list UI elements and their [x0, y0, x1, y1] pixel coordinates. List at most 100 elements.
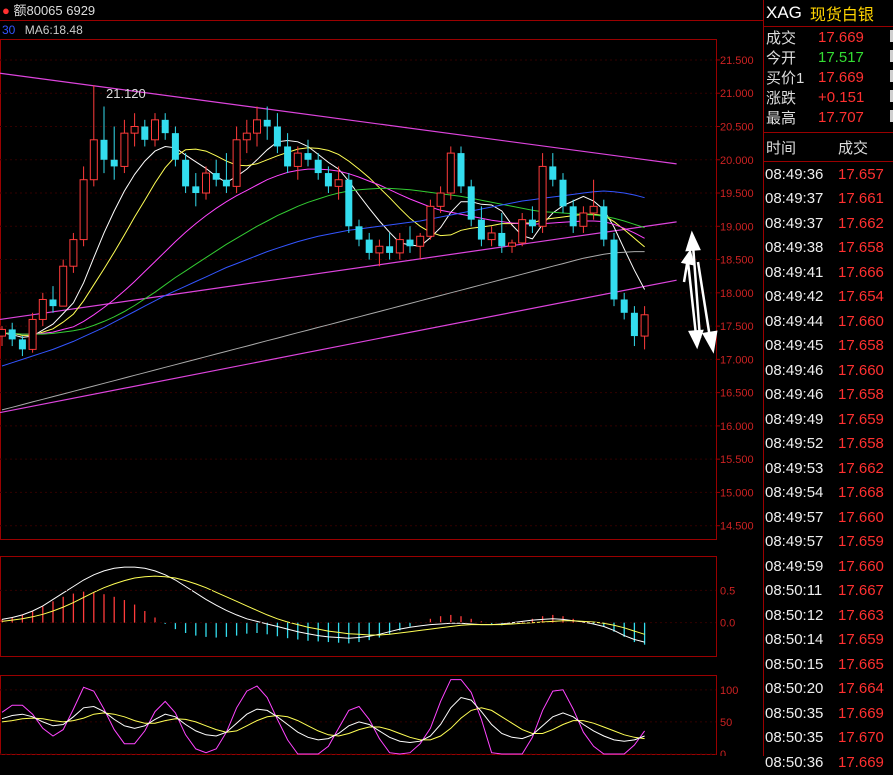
candle-body-down	[528, 219, 536, 227]
quote-value: 17.707	[818, 108, 864, 126]
ma6-legend: MA6:18.48	[25, 23, 83, 37]
price-tick-label: 17.500	[720, 321, 754, 333]
candle-body-up	[375, 245, 384, 254]
ticks-list[interactable]: 08:49:36 17.657 08:49:37 17.661 08:49:37 17.6…	[764, 162, 893, 775]
tick-time: 08:49:53	[765, 459, 824, 477]
tick-row: 08:49:46 17.658	[764, 383, 893, 408]
candle-body-up	[89, 139, 98, 181]
ma-line-ma6	[1, 139, 646, 338]
tick-time: 08:49:37	[765, 190, 824, 208]
candle-body-up	[232, 139, 241, 187]
moving-average-lines	[1, 139, 646, 411]
tick-row: 08:49:57 17.659	[764, 530, 893, 555]
quote-row: 今开 17.517	[764, 47, 893, 67]
candlesticks[interactable]	[0, 85, 649, 357]
candle-body-down	[110, 159, 118, 167]
candle-body-up	[416, 235, 425, 247]
candle-body-up	[120, 132, 129, 167]
tick-price: 17.660	[838, 508, 884, 526]
tick-row: 08:49:53 17.662	[764, 456, 893, 481]
tick-row: 08:50:35 17.669	[764, 701, 893, 726]
macd-indicator	[0, 566, 716, 645]
tick-price: 17.659	[838, 533, 884, 551]
candle-body-down	[222, 179, 230, 187]
candle-body-down	[365, 239, 373, 253]
quote-overflow-marker	[889, 27, 893, 47]
candle-body-up	[151, 119, 159, 141]
tick-row: 08:50:14 17.659	[764, 628, 893, 653]
candle-body-up	[589, 205, 598, 214]
candle-body-down	[141, 126, 149, 140]
tick-price: 17.658	[838, 435, 884, 453]
quote-label: 最高	[766, 109, 797, 127]
trendlines	[0, 72, 677, 414]
candle-body-down	[610, 239, 618, 300]
candle-body-down	[630, 312, 638, 337]
kline-chart[interactable]: 21.500 21.000 20.500 20.000 19.500 19.000 18.5…	[0, 0, 763, 756]
candle-body-up	[538, 165, 547, 227]
tick-price: 17.663	[838, 606, 884, 624]
quote-overflow-marker	[889, 87, 893, 107]
kdj-j-line	[1, 679, 646, 755]
tick-price: 17.658	[838, 239, 884, 257]
tick-price: 17.662	[838, 214, 884, 232]
tick-time: 08:49:49	[765, 410, 824, 428]
tick-time: 08:50:36	[765, 753, 824, 771]
tick-row: 08:49:49 17.659	[764, 407, 893, 432]
ticks-header-price: 成交	[838, 139, 869, 157]
macd-dif-line	[1, 566, 645, 643]
candle-body-down	[171, 133, 179, 160]
tick-price: 17.658	[838, 337, 884, 355]
tick-row: 08:50:20 17.664	[764, 677, 893, 702]
candle-body-up	[242, 132, 251, 141]
quote-sidebar: XAG 现货白银 成交 17.669 今开 17.517 买价1 17.669 涨跌 +0.1…	[763, 0, 893, 771]
tick-price: 17.660	[838, 361, 884, 379]
tick-price: 17.662	[838, 459, 884, 477]
tick-price: 17.669	[838, 704, 884, 722]
tick-time: 08:49:59	[765, 557, 824, 575]
candle-body-down	[406, 239, 414, 247]
candle-body-up	[253, 119, 261, 134]
candle-body-up	[436, 192, 445, 207]
candle-body-down	[324, 173, 332, 187]
candle-body-down	[386, 246, 394, 253]
price-tick-label: 16.000	[720, 421, 754, 433]
tick-time: 08:49:57	[765, 533, 824, 551]
tick-price: 17.666	[838, 263, 884, 281]
quote-value: 17.669	[818, 28, 864, 46]
tick-price: 17.664	[838, 680, 884, 698]
candle-body-down	[457, 153, 465, 187]
candle-body-down	[182, 159, 190, 187]
tick-row: 08:49:37 17.662	[764, 211, 893, 236]
tick-price: 17.660	[838, 312, 884, 330]
candle-body-up	[0, 328, 6, 337]
candle-body-up	[79, 179, 88, 241]
candle-body-up	[69, 239, 78, 267]
quote-label: 买价1	[766, 69, 805, 87]
ticks-header: 时间 成交	[764, 132, 893, 162]
price-tick-label: 16.500	[720, 388, 754, 400]
price-panel-frame	[0, 39, 717, 540]
candle-body-up	[130, 125, 139, 134]
tick-row: 08:50:12 17.663	[764, 603, 893, 628]
candle-body-down	[620, 299, 628, 313]
symbol-header[interactable]: XAG 现货白银	[764, 0, 893, 27]
tick-price: 17.667	[838, 582, 884, 600]
candle-body-up	[518, 219, 527, 244]
tick-time: 08:49:46	[765, 386, 824, 404]
candle-body-up	[28, 318, 37, 350]
price-tick-label: 20.000	[720, 155, 754, 167]
ma-line-ma20	[1, 168, 645, 335]
price-tick-label: 15.000	[720, 487, 754, 499]
candle-body-down	[477, 219, 485, 240]
tick-time: 08:49:37	[765, 214, 824, 232]
price-tick-label: 20.500	[720, 121, 754, 133]
tick-price: 17.670	[838, 729, 884, 747]
tick-price: 17.657	[838, 165, 884, 183]
drawn-arrows	[680, 230, 718, 354]
symbol-code: XAG	[766, 3, 802, 22]
candle-body-down	[8, 329, 16, 340]
tick-time: 08:50:11	[765, 582, 823, 600]
tick-price: 17.659	[838, 410, 884, 428]
tick-time: 08:50:15	[765, 655, 824, 673]
